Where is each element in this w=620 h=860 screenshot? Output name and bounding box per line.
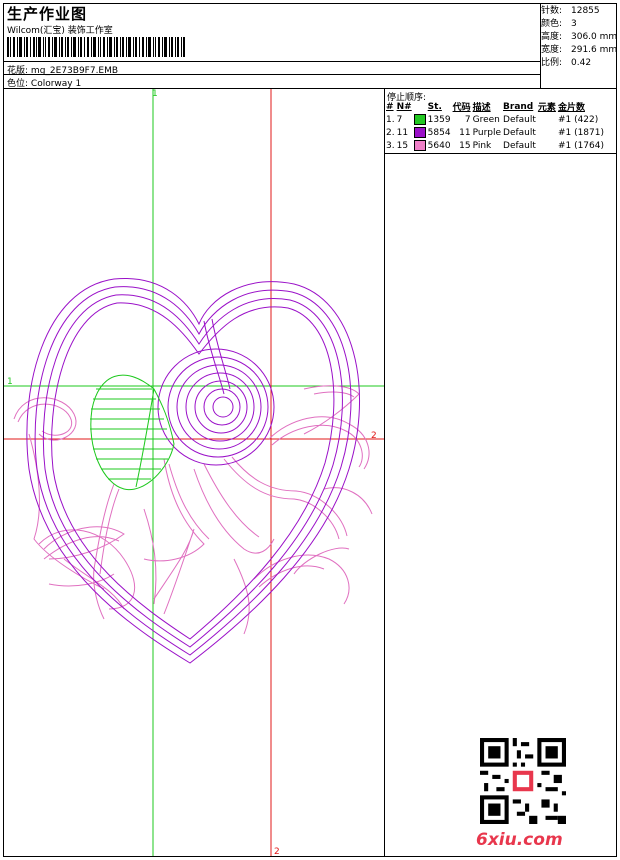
guide-label-left: 1 (7, 377, 13, 387)
header-row-line (3, 61, 540, 62)
colorway-name: Colorway 1 (30, 79, 82, 89)
design-label: 花版: (7, 66, 29, 76)
table-row: 3. 15 5640 15 Pink Default #1 (1764) (386, 140, 604, 151)
stops-bottom-line (384, 153, 617, 154)
spec-scale: 比例: 0.42 (541, 58, 592, 68)
guide-label-bottom: 2 (274, 847, 280, 857)
table-row: 1. 7 1359 7 Green Default #1 (422) (386, 114, 599, 125)
embroidery-preview (4, 89, 384, 856)
design-file-name: mg_2E73B9F7.EMB (30, 66, 119, 76)
purple-heart (26, 277, 360, 664)
table-header-row: # N# St. 代码 描述 Brand 元素 金片数 (386, 101, 585, 114)
design-file-row: 花版: mg_2E73B9F7.EMB (7, 63, 118, 76)
colorway-label: 色位: (7, 79, 29, 89)
stop-sequence-table: # N# St. 代码 描述 Brand 元素 金片数 1. 7 1359 7 … (385, 100, 605, 152)
spec-colors: 颜色: 3 (541, 19, 577, 29)
guide-label-right: 2 (371, 431, 377, 441)
guide-label-top: 1 (152, 89, 158, 99)
table-row: 2. 11 5854 11 Purple Default #1 (1871) (386, 127, 604, 138)
design-specs: 针数: 12855 颜色: 3 高度: 306.0 mm 宽度: 291.6 mm 比例… (541, 5, 617, 70)
purple-spiral (157, 318, 275, 466)
qr-code-image (480, 738, 566, 824)
green-leaf (90, 374, 175, 491)
company-name: Wilcom(汇宝) 装饰工作室 (7, 26, 113, 36)
sidebar-divider (384, 88, 385, 857)
spec-height: 高度: 306.0 mm (541, 32, 618, 42)
color-swatch (413, 140, 426, 151)
page-title: 生产作业图 (7, 5, 88, 23)
watermark-logo: 6xiu.com (476, 830, 563, 850)
pink-leaves (13, 385, 373, 635)
color-swatch (413, 127, 426, 138)
spec-width: 宽度: 291.6 mm (541, 45, 618, 55)
spec-stitches: 针数: 12855 (541, 6, 600, 16)
colorway-row: 色位: Colorway 1 (7, 76, 81, 89)
barcode-image (7, 37, 185, 57)
color-swatch (413, 114, 426, 125)
